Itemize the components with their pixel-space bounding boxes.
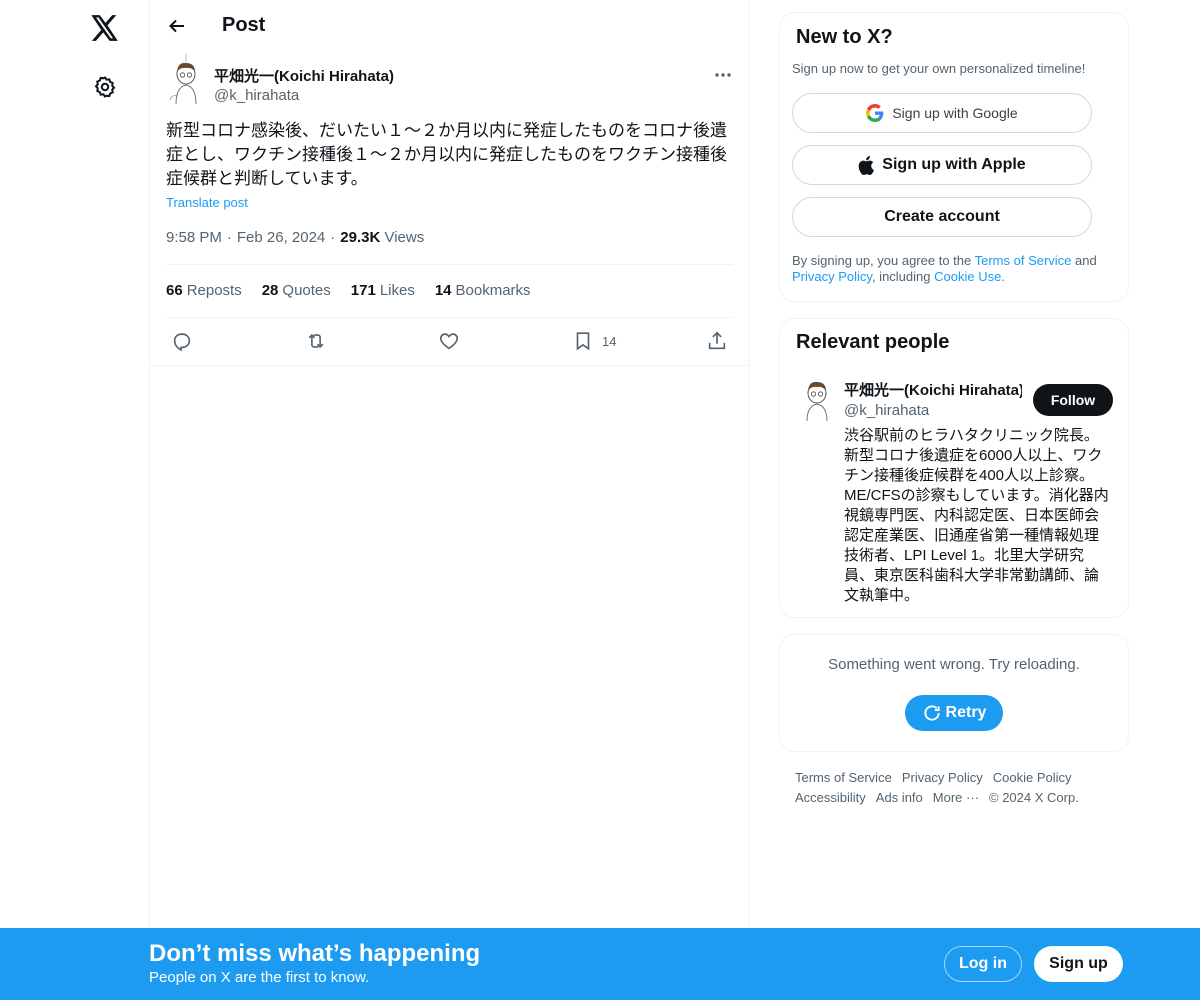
- person-name[interactable]: 平畑光一(Koichi Hirahata): [844, 379, 1022, 400]
- error-message: Something went wrong. Try reloading.: [828, 656, 1080, 673]
- create-account-label: Create account: [884, 208, 1000, 225]
- apple-icon: [858, 155, 875, 175]
- bookmark-icon: [576, 332, 590, 351]
- error-card: Something went wrong. Try reloading. Ret…: [779, 634, 1129, 752]
- gear-icon[interactable]: [92, 74, 118, 100]
- footer-ads-link[interactable]: Ads info: [876, 790, 923, 805]
- divider: [166, 264, 733, 265]
- bottom-signup-bar: Don’t miss what’s happening People on X …: [0, 928, 1200, 1000]
- signup-legal-text: By signing up, you agree to the Terms of…: [792, 253, 1097, 284]
- relevant-people-card: Relevant people 平畑光一(Koichi Hirahata) @k…: [779, 318, 1129, 618]
- signup-card-subtitle: Sign up now to get your own personalized…: [792, 61, 1086, 76]
- back-arrow-icon[interactable]: [166, 15, 188, 37]
- divider: [166, 317, 733, 318]
- person-handle[interactable]: @k_hirahata: [844, 402, 929, 419]
- post-actions: 14: [166, 330, 736, 354]
- refresh-icon: [923, 705, 940, 721]
- post-header: Post: [150, 0, 750, 53]
- translate-post-link[interactable]: Translate post: [166, 195, 248, 210]
- bottom-bar-subtitle: People on X are the first to know.: [149, 969, 370, 986]
- author-name[interactable]: 平畑光一(Koichi Hirahata): [214, 65, 394, 86]
- divider: [150, 365, 750, 366]
- views-label: Views: [384, 229, 425, 246]
- bookmark-count: 14: [602, 333, 617, 349]
- signup-card: New to X? Sign up now to get your own pe…: [779, 12, 1129, 302]
- person-avatar[interactable]: [797, 377, 837, 422]
- repost-button[interactable]: [304, 330, 328, 352]
- page-title: Post: [222, 14, 266, 36]
- reply-button[interactable]: [171, 330, 193, 352]
- bottom-bar-title: Don’t miss what’s happening: [149, 940, 481, 967]
- signup-apple-label: Sign up with Apple: [882, 156, 1026, 173]
- quotes-stat[interactable]: 28 Quotes: [262, 282, 331, 299]
- footer-privacy-link[interactable]: Privacy Policy: [902, 770, 983, 785]
- create-account-button[interactable]: Create account: [792, 197, 1092, 237]
- footer-copyright: © 2024 X Corp.: [989, 790, 1079, 805]
- bookmarks-stat[interactable]: 14 Bookmarks: [435, 282, 531, 299]
- reply-icon: [173, 333, 191, 352]
- share-button[interactable]: [706, 330, 728, 352]
- like-button[interactable]: [438, 330, 460, 352]
- footer-links: Terms of Service Privacy Policy Cookie Pol…: [795, 768, 1115, 808]
- heart-icon: [439, 333, 459, 350]
- repost-icon: [308, 333, 324, 349]
- follow-button[interactable]: Follow: [1033, 384, 1113, 416]
- author-avatar[interactable]: [166, 54, 206, 106]
- footer-accessibility-link[interactable]: Accessibility: [795, 790, 866, 805]
- google-icon: [866, 104, 884, 122]
- person-bio: 渋谷駅前のヒラハタクリニック院長。新型コロナ後遺症を6000人以上、ワクチン接種…: [844, 427, 1109, 604]
- footer-cookie-link[interactable]: Cookie Policy: [993, 770, 1072, 785]
- signup-button[interactable]: Sign up: [1034, 946, 1123, 982]
- x-logo-icon[interactable]: [89, 12, 121, 44]
- views-count: 29.3K: [340, 229, 381, 246]
- author-handle[interactable]: @k_hirahata: [214, 87, 299, 104]
- signup-apple-button[interactable]: Sign up with Apple: [792, 145, 1092, 185]
- likes-stat[interactable]: 171 Likes: [351, 282, 415, 299]
- more-options-icon[interactable]: [712, 66, 734, 84]
- post-text: 新型コロナ感染後、だいたい１〜２か月以内に発症したものをコロナ後遺症とし、ワクチ…: [166, 121, 727, 188]
- left-nav: [0, 0, 150, 1000]
- reposts-stat[interactable]: 66 Reposts: [166, 282, 242, 299]
- bookmark-button[interactable]: 14: [572, 330, 616, 352]
- post-meta: 9:58 PM · Feb 26, 2024 · 29.3K Views: [166, 229, 425, 246]
- main-column: Post 平畑光一(Koichi Hirahata) @k_hirahata 新…: [149, 0, 750, 1000]
- post-time[interactable]: 9:58 PM: [166, 229, 222, 246]
- footer-more-link[interactable]: More ···: [933, 790, 979, 805]
- signup-card-title: New to X?: [796, 26, 893, 48]
- signup-google-button[interactable]: Sign up with Google: [792, 93, 1092, 133]
- share-icon: [708, 331, 726, 350]
- login-button[interactable]: Log in: [944, 946, 1022, 982]
- retry-button[interactable]: Retry: [905, 695, 1003, 731]
- post-stats: 66 Reposts 28 Quotes 171 Likes 14 Bookmarks: [166, 282, 531, 299]
- relevant-people-title: Relevant people: [796, 331, 950, 353]
- retry-label: Retry: [945, 704, 987, 721]
- footer-terms-link[interactable]: Terms of Service: [795, 770, 892, 785]
- post-date[interactable]: Feb 26, 2024: [237, 229, 325, 246]
- cookie-use-link[interactable]: Cookie Use.: [934, 269, 1005, 284]
- privacy-link[interactable]: Privacy Policy: [792, 269, 872, 284]
- signup-google-label: Sign up with Google: [892, 105, 1018, 121]
- terms-link[interactable]: Terms of Service: [975, 253, 1072, 268]
